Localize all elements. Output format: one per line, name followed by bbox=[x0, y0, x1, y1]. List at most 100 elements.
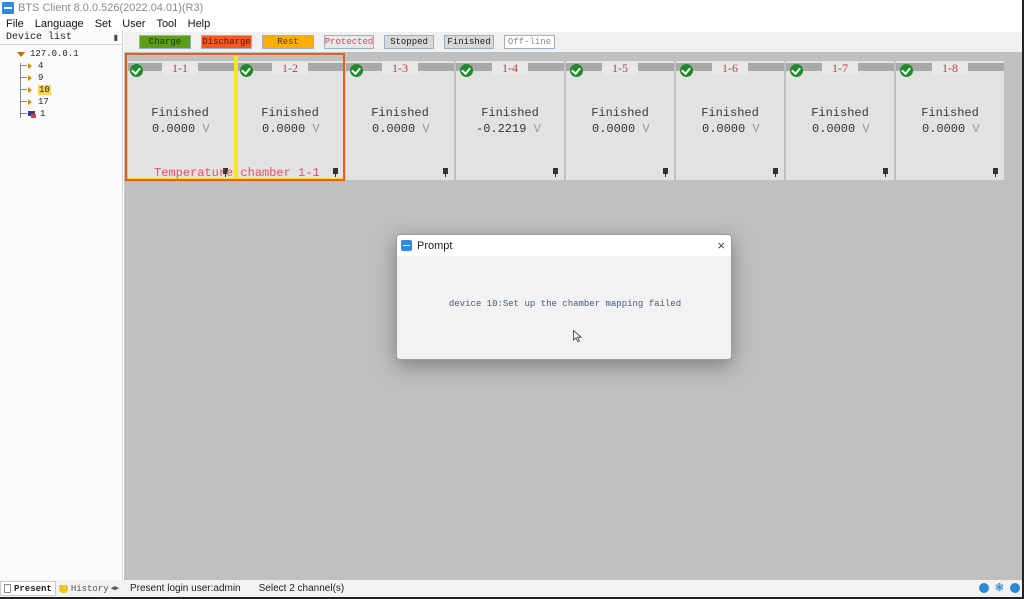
channel-card[interactable]: 1-1 Finished 0.0000 V bbox=[126, 61, 234, 180]
legend-stopped[interactable]: Stopped bbox=[384, 35, 434, 49]
channel-status: Finished bbox=[701, 106, 759, 120]
channel-status: Finished bbox=[261, 106, 319, 120]
channel-id: 1-6 bbox=[712, 61, 748, 75]
channel-card[interactable]: 1-5 Finished 0.0000 V bbox=[566, 61, 674, 180]
bottom-tabs: Present History ◀▶ bbox=[0, 580, 124, 597]
legend-rest[interactable]: Rest bbox=[262, 35, 314, 49]
menu-language[interactable]: Language bbox=[29, 18, 89, 30]
title-bar: BTS Client 8.0.0.526(2022.04.01)(R3) bbox=[0, 0, 1022, 16]
network-icon[interactable] bbox=[978, 583, 989, 593]
history-icon bbox=[58, 584, 68, 593]
app-icon bbox=[401, 240, 412, 251]
finished-check-icon bbox=[790, 64, 803, 77]
finished-check-icon bbox=[130, 64, 143, 77]
channel-card[interactable]: 1-6 Finished 0.0000 V bbox=[676, 61, 784, 180]
finished-check-icon bbox=[240, 64, 253, 77]
device-label: 4 bbox=[38, 61, 44, 71]
dialog-message: device 10:Set up the chamber mapping fai… bbox=[448, 299, 682, 309]
host-label: 127.0.0.1 bbox=[30, 49, 79, 59]
legend-offline[interactable]: Off-line bbox=[504, 35, 555, 49]
channel-card[interactable]: 1-3 Finished 0.0000 V bbox=[346, 61, 454, 180]
device-label: 17 bbox=[38, 97, 49, 107]
menu-bar: File Language Set User Tool Help bbox=[0, 16, 215, 32]
channel-card[interactable]: 1-4 Finished -0.2219 V bbox=[456, 61, 564, 180]
channel-voltage: 0.0000 V bbox=[372, 122, 430, 136]
device-label: 1 bbox=[40, 109, 46, 119]
tab-scroll-arrows-icon[interactable]: ◀▶ bbox=[111, 584, 119, 593]
finished-check-icon bbox=[900, 64, 913, 77]
pin-icon[interactable] bbox=[883, 168, 888, 177]
channel-id: 1-8 bbox=[932, 61, 968, 75]
collapsed-caret-icon[interactable] bbox=[28, 63, 32, 69]
collapsed-caret-icon[interactable] bbox=[28, 75, 32, 81]
tray-icons: ❃ bbox=[978, 583, 1020, 594]
close-icon[interactable]: × bbox=[717, 238, 725, 253]
dialog-title: Prompt bbox=[417, 239, 453, 252]
tab-present[interactable]: Present bbox=[0, 581, 56, 596]
status-legend-bar: Charge Discharge Rest Protected Stopped … bbox=[124, 32, 1022, 52]
menu-set[interactable]: Set bbox=[89, 18, 117, 30]
channel-card[interactable]: 1-2 Finished 0.0000 V bbox=[236, 61, 344, 180]
device-list-panel: Device list ▮ 127.0.0.1 4 9 10 17 1 bbox=[0, 31, 123, 580]
app-icon bbox=[2, 2, 14, 14]
channel-status: Finished bbox=[921, 106, 979, 120]
mouse-cursor-icon bbox=[573, 330, 582, 342]
menu-user[interactable]: User bbox=[116, 18, 150, 30]
fan-icon[interactable]: ❃ bbox=[995, 583, 1004, 594]
finished-check-icon bbox=[570, 64, 583, 77]
device-list-title: Device list bbox=[6, 32, 73, 43]
pin-icon[interactable] bbox=[663, 168, 668, 177]
channel-voltage: 0.0000 V bbox=[152, 122, 210, 136]
menu-help[interactable]: Help bbox=[182, 18, 216, 30]
channel-id: 1-2 bbox=[272, 61, 308, 75]
device-offline-icon bbox=[28, 110, 36, 118]
tree-node-device[interactable]: 17 bbox=[0, 96, 122, 108]
channel-voltage: 0.0000 V bbox=[922, 122, 980, 136]
temperature-chamber-label: Temperature chamber 1-1 bbox=[154, 166, 320, 180]
channel-voltage: 0.0000 V bbox=[812, 122, 870, 136]
tree-node-host[interactable]: 127.0.0.1 bbox=[0, 48, 122, 60]
channel-id: 1-7 bbox=[822, 61, 858, 75]
channel-card[interactable]: 1-7 Finished 0.0000 V bbox=[786, 61, 894, 180]
menu-tool[interactable]: Tool bbox=[150, 18, 181, 30]
channel-card[interactable]: 1-8 Finished 0.0000 V bbox=[896, 61, 1004, 180]
pin-icon[interactable] bbox=[773, 168, 778, 177]
selection-status: Select 2 channel(s) bbox=[258, 583, 345, 594]
pin-icon[interactable] bbox=[993, 168, 998, 177]
channel-status: Finished bbox=[591, 106, 649, 120]
legend-charge[interactable]: Charge bbox=[139, 35, 191, 49]
device-label: 10 bbox=[38, 85, 51, 95]
finished-check-icon bbox=[350, 64, 363, 77]
pin-icon[interactable] bbox=[443, 168, 448, 177]
pin-icon[interactable] bbox=[553, 168, 558, 177]
tree-node-device-offline[interactable]: 1 bbox=[0, 108, 122, 120]
channel-voltage: -0.2219 V bbox=[476, 122, 541, 136]
channel-status: Finished bbox=[811, 106, 869, 120]
finished-check-icon bbox=[680, 64, 693, 77]
finished-check-icon bbox=[460, 64, 473, 77]
channel-voltage: 0.0000 V bbox=[592, 122, 650, 136]
device-list-header: Device list ▮ bbox=[0, 31, 122, 45]
legend-discharge[interactable]: Discharge bbox=[201, 35, 252, 49]
tree-node-device-selected[interactable]: 10 bbox=[0, 84, 122, 96]
login-status: Present login user:admin bbox=[130, 583, 241, 594]
status-bar: Present History ◀▶ Present login user:ad… bbox=[0, 580, 1022, 597]
pin-icon[interactable] bbox=[333, 168, 338, 177]
expand-caret-icon[interactable] bbox=[17, 51, 25, 57]
collapsed-caret-icon[interactable] bbox=[28, 99, 32, 105]
tree-node-device[interactable]: 9 bbox=[0, 72, 122, 84]
channel-status: Finished bbox=[481, 106, 539, 120]
device-label: 9 bbox=[38, 73, 44, 83]
legend-protected[interactable]: Protected bbox=[324, 35, 374, 49]
channel-id: 1-1 bbox=[162, 61, 198, 75]
dialog-title-bar: Prompt × bbox=[397, 235, 731, 256]
tree-node-device[interactable]: 4 bbox=[0, 60, 122, 72]
tab-history[interactable]: History ◀▶ bbox=[56, 581, 122, 596]
channel-status: Finished bbox=[371, 106, 429, 120]
sync-icon[interactable] bbox=[1010, 583, 1020, 593]
menu-file[interactable]: File bbox=[0, 18, 29, 30]
legend-finished[interactable]: Finished bbox=[444, 35, 494, 49]
collapsed-caret-icon[interactable] bbox=[28, 87, 32, 93]
prompt-dialog: Prompt × device 10:Set up the chamber ma… bbox=[396, 234, 732, 360]
pin-icon[interactable]: ▮ bbox=[114, 33, 118, 42]
